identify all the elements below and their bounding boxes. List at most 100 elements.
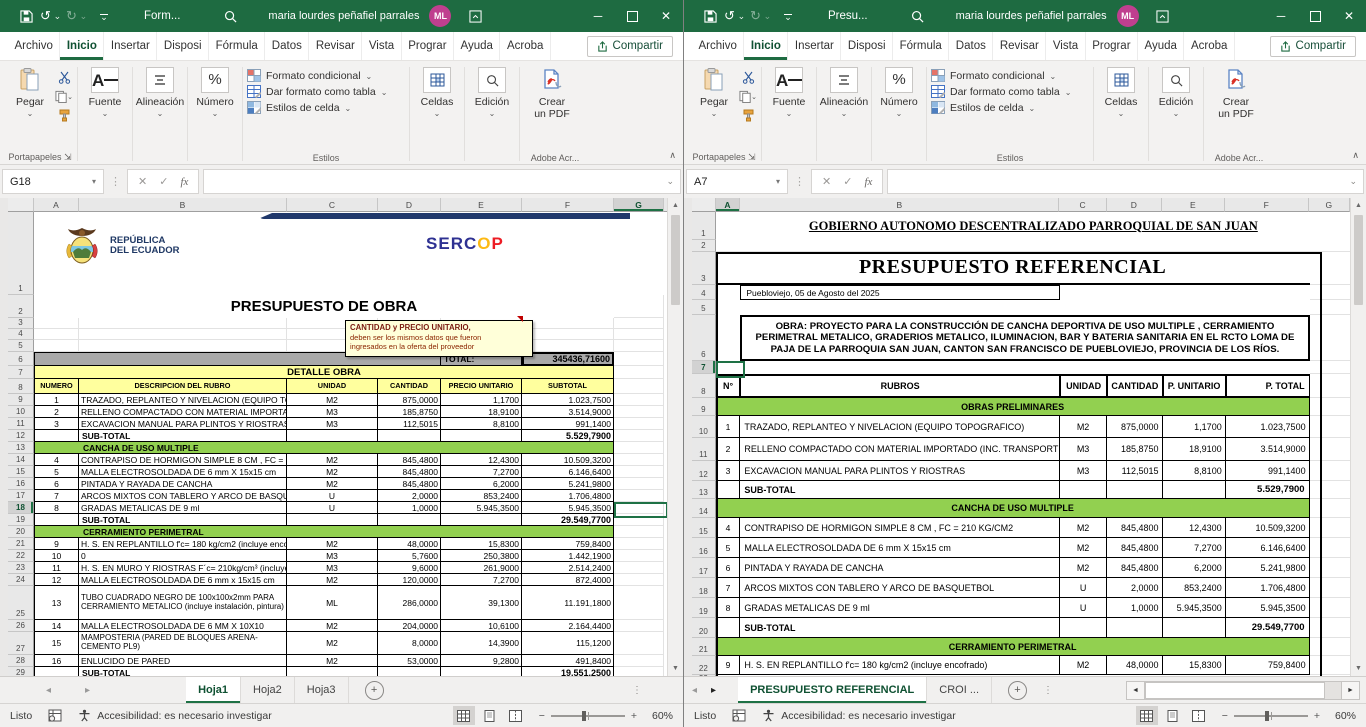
font-button[interactable]: A Fuente ⌄ [766, 64, 812, 150]
cell[interactable] [79, 318, 287, 329]
item-unit-cell[interactable]: ML [287, 586, 378, 620]
number-dropdown-icon[interactable]: ⌄ [212, 109, 219, 118]
cell[interactable] [614, 562, 664, 574]
search-icon[interactable] [218, 5, 242, 27]
item-price-cell[interactable]: 18,9100 [441, 406, 522, 418]
row-header[interactable]: 14 [8, 454, 34, 466]
item-qty-cell[interactable]: 875,0000 [1107, 416, 1162, 438]
item-qty-cell[interactable]: 875,0000 [378, 394, 441, 406]
zoom-out-icon[interactable]: − [539, 710, 545, 722]
cancel-entry-icon[interactable]: ✕ [822, 175, 831, 188]
row-header[interactable]: 2 [8, 295, 34, 318]
name-box-dropdown-icon[interactable]: ▾ [776, 177, 780, 186]
cell-styles-dropdown-icon[interactable]: ⌄ [345, 104, 352, 113]
sheet-tab[interactable]: Hoja1 [186, 677, 241, 703]
ribbon-tab-vista[interactable]: Vista [1046, 32, 1085, 60]
item-desc-cell[interactable]: ARCOS MIXTOS CON TABLERO Y ARCO DE BASQU… [79, 490, 287, 502]
editing-dropdown-icon[interactable]: ⌄ [1173, 109, 1180, 118]
row-header[interactable]: 17 [8, 490, 34, 502]
item-desc-cell[interactable]: CONTRAPISO DE HORMIGON SIMPLE 8 CM , FC … [79, 454, 287, 466]
item-desc-cell[interactable]: ENLUCIDO DE PARED [79, 655, 287, 667]
zoom-slider-thumb[interactable] [1265, 711, 1269, 721]
row-header[interactable]: 7 [692, 361, 716, 374]
row-header[interactable]: 18 [8, 502, 34, 514]
item-qty-cell[interactable]: 112,5015 [1107, 461, 1162, 481]
cell[interactable] [614, 340, 664, 352]
item-qty-cell[interactable]: 9,6000 [378, 562, 441, 574]
item-qty-cell[interactable]: 845,4800 [378, 478, 441, 490]
cell[interactable] [79, 340, 287, 352]
item-number-cell[interactable]: 3 [34, 418, 79, 430]
item-number-cell[interactable]: 10 [34, 550, 79, 562]
tabbar-options-icon[interactable]: ⋮ [632, 685, 643, 696]
cell[interactable] [441, 667, 522, 676]
cells-dropdown-icon[interactable]: ⌄ [1118, 109, 1125, 118]
cell[interactable] [716, 481, 741, 499]
item-total-cell[interactable]: 11.191,1800 [522, 586, 614, 620]
item-qty-cell[interactable]: 2,0000 [1107, 578, 1162, 598]
row-header[interactable]: 25 [8, 586, 34, 620]
row-header[interactable]: 6 [692, 315, 716, 361]
item-desc-cell[interactable]: ARCOS MIXTOS CON TABLERO Y ARCO DE BASQU… [740, 578, 1060, 598]
column-header[interactable]: F [522, 198, 614, 212]
undo-dropdown-icon[interactable]: ⌄ [51, 5, 64, 27]
row-header[interactable]: 7 [8, 366, 34, 379]
row-header[interactable]: 11 [8, 418, 34, 430]
item-qty-cell[interactable]: 48,0000 [1107, 656, 1162, 675]
column-header-cell[interactable]: CANTIDAD [378, 379, 441, 394]
row-header[interactable]: 17 [692, 558, 716, 578]
formula-input[interactable]: ⌄ [887, 169, 1364, 194]
row-header[interactable]: 23 [8, 562, 34, 574]
column-header-cell[interactable]: CANTIDAD [1107, 374, 1162, 398]
row-header[interactable]: 11 [692, 438, 716, 461]
row-header[interactable]: 12 [692, 461, 716, 481]
item-qty-cell[interactable]: 112,5015 [378, 418, 441, 430]
column-header-cell[interactable]: PRECIO UNITARIO [441, 379, 522, 394]
header-title-cell[interactable]: GOBIERNO AUTONOMO DESCENTRALIZADO PARROQ… [716, 212, 1351, 240]
redo-dropdown-icon[interactable]: ⌄ [761, 5, 774, 27]
paste-dropdown-icon[interactable]: ⌄ [711, 109, 718, 118]
subtotal-value-cell[interactable]: 19.551,2500 [522, 667, 614, 676]
row-header[interactable]: 10 [8, 406, 34, 418]
section-row-cell[interactable]: CERRAMIENTO PERIMETRAL [34, 526, 614, 538]
cell[interactable] [1310, 538, 1351, 558]
cut-icon[interactable] [55, 70, 73, 85]
cell[interactable] [614, 490, 664, 502]
name-box[interactable]: G18 ▾ [2, 169, 104, 194]
paste-button[interactable]: Pegar ⌄ [691, 64, 737, 150]
copy-icon[interactable]: ⌄ [55, 89, 73, 104]
column-header[interactable]: E [1162, 198, 1225, 212]
row-header[interactable]: 2 [692, 240, 716, 252]
number-dropdown-icon[interactable]: ⌄ [896, 109, 903, 118]
cell[interactable] [34, 329, 79, 340]
ribbon-tab-datos[interactable]: Datos [949, 32, 993, 60]
cell[interactable] [378, 514, 441, 526]
subtotal-value-cell[interactable]: 5.529,7900 [522, 430, 614, 442]
ribbon-tab-insertar[interactable]: Insertar [104, 32, 157, 60]
column-header-cell[interactable]: UNIDAD [1060, 374, 1107, 398]
scroll-up-icon[interactable]: ▲ [668, 198, 683, 213]
confirm-entry-icon[interactable]: ✓ [843, 175, 852, 188]
item-unit-cell[interactable]: M2 [287, 454, 378, 466]
item-price-cell[interactable]: 14,3900 [441, 632, 522, 655]
item-price-cell[interactable]: 15,8300 [441, 538, 522, 550]
cell[interactable] [1310, 578, 1351, 598]
cell[interactable] [614, 502, 664, 514]
cell[interactable] [614, 538, 664, 550]
format-as-table-button[interactable]: Dar formato como tabla ⌄ [247, 85, 387, 98]
item-total-cell[interactable]: 10.509,3200 [522, 454, 614, 466]
scroll-right-icon[interactable]: ► [1341, 681, 1360, 700]
share-button[interactable]: Compartir [587, 36, 673, 57]
editing-dropdown-icon[interactable]: ⌄ [489, 109, 496, 118]
cell[interactable] [614, 667, 664, 676]
create-pdf-button[interactable]: Crearun PDF [1208, 64, 1264, 150]
item-price-cell[interactable]: 7,2700 [441, 574, 522, 586]
subtotal-label-cell[interactable]: SUB-TOTAL [740, 618, 1060, 638]
item-unit-cell[interactable]: M3 [287, 418, 378, 430]
close-button[interactable]: ✕ [1332, 0, 1366, 32]
item-qty-cell[interactable]: 845,4800 [378, 466, 441, 478]
macro-record-icon[interactable] [48, 709, 62, 722]
select-all-corner[interactable] [8, 198, 34, 212]
item-price-cell[interactable]: 6,2000 [441, 478, 522, 490]
cell[interactable] [34, 514, 79, 526]
